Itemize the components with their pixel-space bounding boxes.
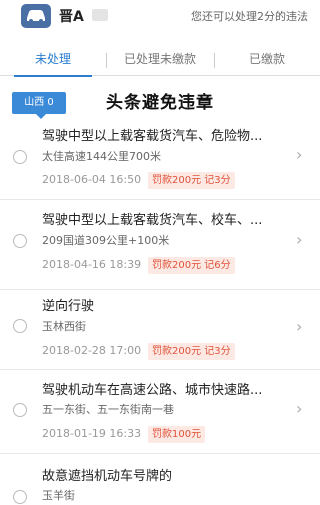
violation-title: 逆向行驶 <box>42 299 95 314</box>
violation-title: 故意遮挡机动车号牌的 <box>42 469 173 484</box>
list-item[interactable]: 驾驶中型以上载客载货汽车、校车、... 209国道309公里+100米 2018… <box>0 200 320 290</box>
chevron-right-icon: › <box>296 317 303 336</box>
violation-datetime: 2018-02-28 17:00 <box>42 344 142 357</box>
violation-location: 玉林西街 <box>42 320 86 333</box>
list-item[interactable]: 驾驶中型以上载客载货汽车、危险物... 太佳高速144公里700米 2018-0… <box>0 120 320 200</box>
chevron-right-icon: › <box>296 399 303 418</box>
violation-title: 驾驶中型以上载客载货汽车、校车、... <box>42 213 263 228</box>
radio-icon[interactable] <box>13 234 27 248</box>
violation-datetime: 2018-04-16 18:39 <box>42 258 142 271</box>
top-bar: 晋A 您还可以处理2分的违法 <box>0 0 320 32</box>
penalty-tag: 罚款200元 记6分 <box>148 257 235 274</box>
radio-icon[interactable] <box>13 403 27 417</box>
tab-unprocessed[interactable]: 未处理 <box>0 46 106 77</box>
chevron-right-icon: › <box>296 145 303 164</box>
status-tabs: 未处理 已处理未缴款 已缴款 <box>0 46 320 77</box>
list-item[interactable]: 驾驶机动车在高速公路、城市快速路... 五一东街、五一东街南一巷 2018-01… <box>0 370 320 454</box>
list-item[interactable]: 逆向行驶 玉林西街 2018-02-28 17:00 罚款200元 记3分 › <box>0 290 320 370</box>
chevron-right-icon: › <box>296 230 303 249</box>
plate-redaction <box>92 9 108 21</box>
violation-location: 209国道309公里+100米 <box>42 234 170 247</box>
violation-location: 玉羊街 <box>42 489 75 502</box>
tab-processed-unpaid[interactable]: 已处理未缴款 <box>106 46 214 76</box>
penalty-tag: 罚款100元 <box>148 426 206 443</box>
penalty-tag: 罚款200元 记3分 <box>148 172 235 189</box>
plate-number: 晋A <box>59 9 84 25</box>
radio-icon[interactable] <box>13 490 27 504</box>
violation-location: 五一东街、五一东街南一巷 <box>42 403 174 416</box>
province-badge[interactable]: 山西 0 <box>12 92 66 119</box>
radio-icon[interactable] <box>13 319 27 333</box>
points-hint: 您还可以处理2分的违法 <box>191 10 308 23</box>
violation-datetime: 2018-06-04 16:50 <box>42 173 142 186</box>
car-icon <box>21 4 51 28</box>
list-item[interactable]: 故意遮挡机动车号牌的 玉羊街 <box>0 454 320 505</box>
violation-location: 太佳高速144公里700米 <box>42 150 161 163</box>
radio-icon[interactable] <box>13 150 27 164</box>
tab-paid[interactable]: 已缴款 <box>214 46 320 76</box>
violation-title: 驾驶机动车在高速公路、城市快速路... <box>42 383 263 398</box>
penalty-tag: 罚款200元 记3分 <box>148 343 235 360</box>
violation-title: 驾驶中型以上载客载货汽车、危险物... <box>42 129 263 144</box>
violation-datetime: 2018-01-19 16:33 <box>42 427 142 440</box>
watermark-text: 头条避免违章 <box>106 93 214 113</box>
